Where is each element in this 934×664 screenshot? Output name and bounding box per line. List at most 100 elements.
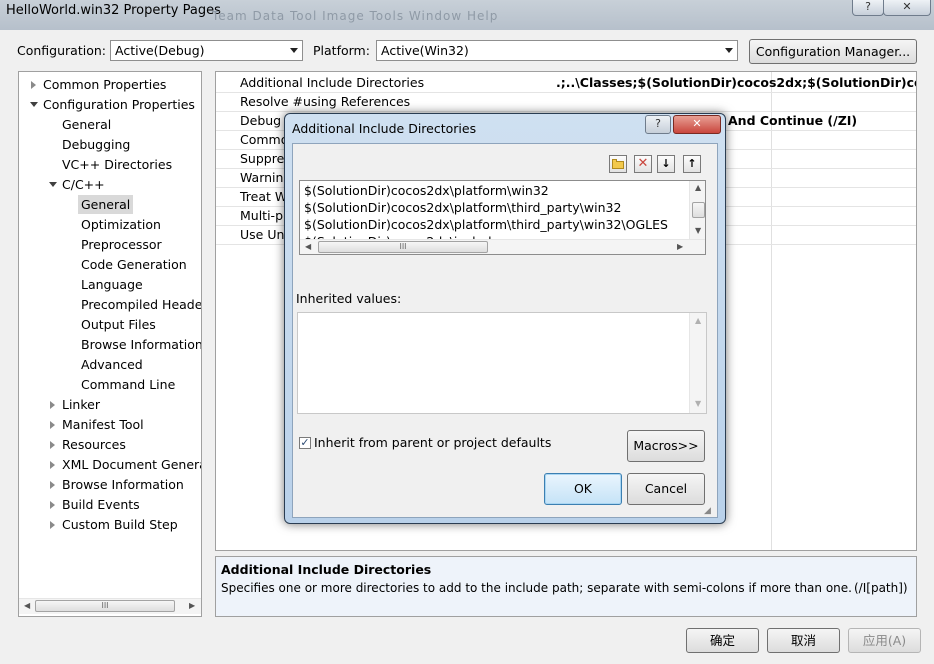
delete-button[interactable]: ✕	[634, 155, 652, 173]
close-icon: ✕	[902, 0, 912, 13]
tree-item-precompiled-headers[interactable]: Precompiled Header	[81, 295, 201, 314]
resize-grip-icon[interactable]: ◢	[704, 506, 711, 516]
close-button[interactable]: ✕	[883, 0, 931, 16]
ok-button[interactable]: 确定	[686, 628, 759, 653]
list-item[interactable]: $(SolutionDir)cocos2dx\platform\win32	[304, 183, 549, 198]
inherit-checkbox[interactable]: ✓	[299, 437, 311, 449]
collapse-arrow-icon[interactable]	[49, 182, 57, 187]
scroll-thumb[interactable]: III	[35, 600, 175, 612]
inherited-vertical-scrollbar[interactable]: ▲ ▼	[689, 313, 706, 413]
grid-row-value[interactable]: And Continue (/ZI)	[728, 113, 857, 128]
tree-item-output-files[interactable]: Output Files	[81, 315, 156, 334]
tree-item-xml-document-generator[interactable]: XML Document Generat	[62, 455, 201, 474]
description-switch: (/I[path])	[854, 581, 908, 595]
background-menu-ghost: Team Data Tool Image Tools Window Help	[212, 9, 499, 23]
grid-row-name: Use Un	[240, 227, 285, 242]
scroll-thumb[interactable]	[692, 202, 705, 218]
expand-arrow-icon[interactable]	[50, 501, 55, 509]
description-text: Specifies one or more directories to add…	[221, 581, 852, 595]
tree-item-optimization[interactable]: Optimization	[81, 215, 161, 234]
tree-item-general[interactable]: General	[62, 115, 111, 134]
configuration-dropdown[interactable]: Active(Debug)	[110, 40, 303, 61]
tree-item-linker[interactable]: Linker	[62, 395, 100, 414]
tree-item-advanced[interactable]: Advanced	[81, 355, 143, 374]
dialog-help-button[interactable]: ?	[645, 115, 671, 134]
tree-item-vc-directories[interactable]: VC++ Directories	[62, 155, 172, 174]
tree-item-command-line[interactable]: Command Line	[81, 375, 175, 394]
arrow-up-icon: ↑	[687, 157, 697, 170]
scroll-left-icon[interactable]: ◀	[305, 242, 311, 252]
cancel-button[interactable]: 取消	[767, 628, 840, 653]
inherited-values-list: ▲ ▼	[297, 312, 707, 414]
delete-icon: ✕	[637, 156, 649, 171]
platform-value: Active(Win32)	[381, 43, 469, 58]
platform-label: Platform:	[313, 43, 370, 58]
collapse-arrow-icon[interactable]	[30, 102, 38, 107]
scroll-left-icon[interactable]: ◀	[24, 601, 30, 611]
scroll-up-icon[interactable]: ▲	[695, 316, 701, 326]
tree-item-browse-information-2[interactable]: Browse Information	[62, 475, 184, 494]
tree-item-manifest-tool[interactable]: Manifest Tool	[62, 415, 144, 434]
scroll-up-icon[interactable]: ▲	[695, 183, 701, 193]
expand-arrow-icon[interactable]	[50, 461, 55, 469]
property-tree: Common Properties Configuration Properti…	[18, 71, 202, 617]
expand-arrow-icon[interactable]	[50, 481, 55, 489]
configuration-label: Configuration:	[17, 43, 106, 58]
tree-item-code-generation[interactable]: Code Generation	[81, 255, 187, 274]
grid-row-name: Commo	[240, 132, 289, 147]
tree-item-browse-information[interactable]: Browse Information	[81, 335, 201, 354]
tree-item-cc-general[interactable]: General	[78, 195, 134, 214]
tree-item-custom-build-step[interactable]: Custom Build Step	[62, 515, 178, 534]
tree-horizontal-scrollbar[interactable]: ◀ III ▶	[19, 598, 201, 614]
dialog-cancel-button[interactable]: Cancel	[627, 473, 705, 505]
grid-row-name: Debug	[240, 113, 282, 128]
dialog-close-button[interactable]: ✕	[673, 115, 721, 134]
tree-item-common-properties[interactable]: Common Properties	[43, 75, 166, 94]
apply-button[interactable]: 应用(A)	[848, 628, 921, 653]
tree-item-configuration-properties[interactable]: Configuration Properties	[43, 95, 195, 114]
expand-arrow-icon[interactable]	[50, 441, 55, 449]
expand-arrow-icon[interactable]	[31, 81, 36, 89]
move-down-button[interactable]: ↓	[657, 155, 675, 173]
scroll-down-icon[interactable]: ▼	[695, 399, 701, 409]
tree-item-preprocessor[interactable]: Preprocessor	[81, 235, 162, 254]
help-icon: ?	[655, 117, 661, 130]
dialog-ok-button[interactable]: OK	[544, 473, 622, 505]
configuration-value: Active(Debug)	[115, 43, 205, 58]
scroll-thumb[interactable]: III	[318, 241, 488, 253]
expand-arrow-icon[interactable]	[50, 401, 55, 409]
arrow-down-icon: ↓	[661, 157, 671, 170]
dialog-title: Additional Include Directories	[292, 121, 477, 136]
help-button[interactable]: ?	[852, 0, 884, 16]
tree-item-debugging[interactable]: Debugging	[62, 135, 130, 154]
macros-button[interactable]: Macros>>	[627, 430, 705, 462]
list-vertical-scrollbar[interactable]: ▲ ▼	[689, 181, 705, 239]
tree-item-language[interactable]: Language	[81, 275, 143, 294]
configuration-manager-button[interactable]: Configuration Manager...	[749, 39, 917, 64]
folder-new-icon	[612, 159, 624, 169]
expand-arrow-icon[interactable]	[50, 521, 55, 529]
grid-row-value[interactable]: .;..\Classes;$(SolutionDir)cocos2dx;$(So…	[556, 75, 916, 90]
inherit-checkbox-label: Inherit from parent or project defaults	[314, 435, 552, 450]
grid-row-name: Warnin	[240, 170, 284, 185]
new-line-button[interactable]	[609, 155, 627, 173]
list-item[interactable]: $(SolutionDir)cocos2dx\platform\third_pa…	[304, 200, 621, 215]
grid-row[interactable]: Resolve #using References	[216, 93, 916, 112]
title-bar: HelloWorld.win32 Property Pages Team Dat…	[0, 0, 934, 30]
tree-item-c-cpp[interactable]: C/C++	[62, 175, 105, 194]
move-up-button[interactable]: ↑	[683, 155, 701, 173]
scroll-right-icon[interactable]: ▶	[677, 242, 683, 252]
list-horizontal-scrollbar[interactable]: ◀ III ▶	[300, 239, 705, 254]
grid-row[interactable]: Additional Include Directories .;..\Clas…	[216, 74, 916, 93]
tree-item-resources[interactable]: Resources	[62, 435, 126, 454]
expand-arrow-icon[interactable]	[50, 421, 55, 429]
help-icon: ?	[865, 0, 871, 13]
tree-item-build-events[interactable]: Build Events	[62, 495, 140, 514]
directories-list[interactable]: $(SolutionDir)cocos2dx\platform\win32 $(…	[299, 180, 706, 255]
chevron-down-icon	[725, 48, 733, 53]
grid-row-name: Suppre	[240, 151, 285, 166]
list-item[interactable]: $(SolutionDir)cocos2dx\platform\third_pa…	[304, 217, 668, 232]
scroll-right-icon[interactable]: ▶	[189, 601, 195, 611]
platform-dropdown[interactable]: Active(Win32)	[376, 40, 738, 61]
scroll-down-icon[interactable]: ▼	[695, 226, 701, 236]
